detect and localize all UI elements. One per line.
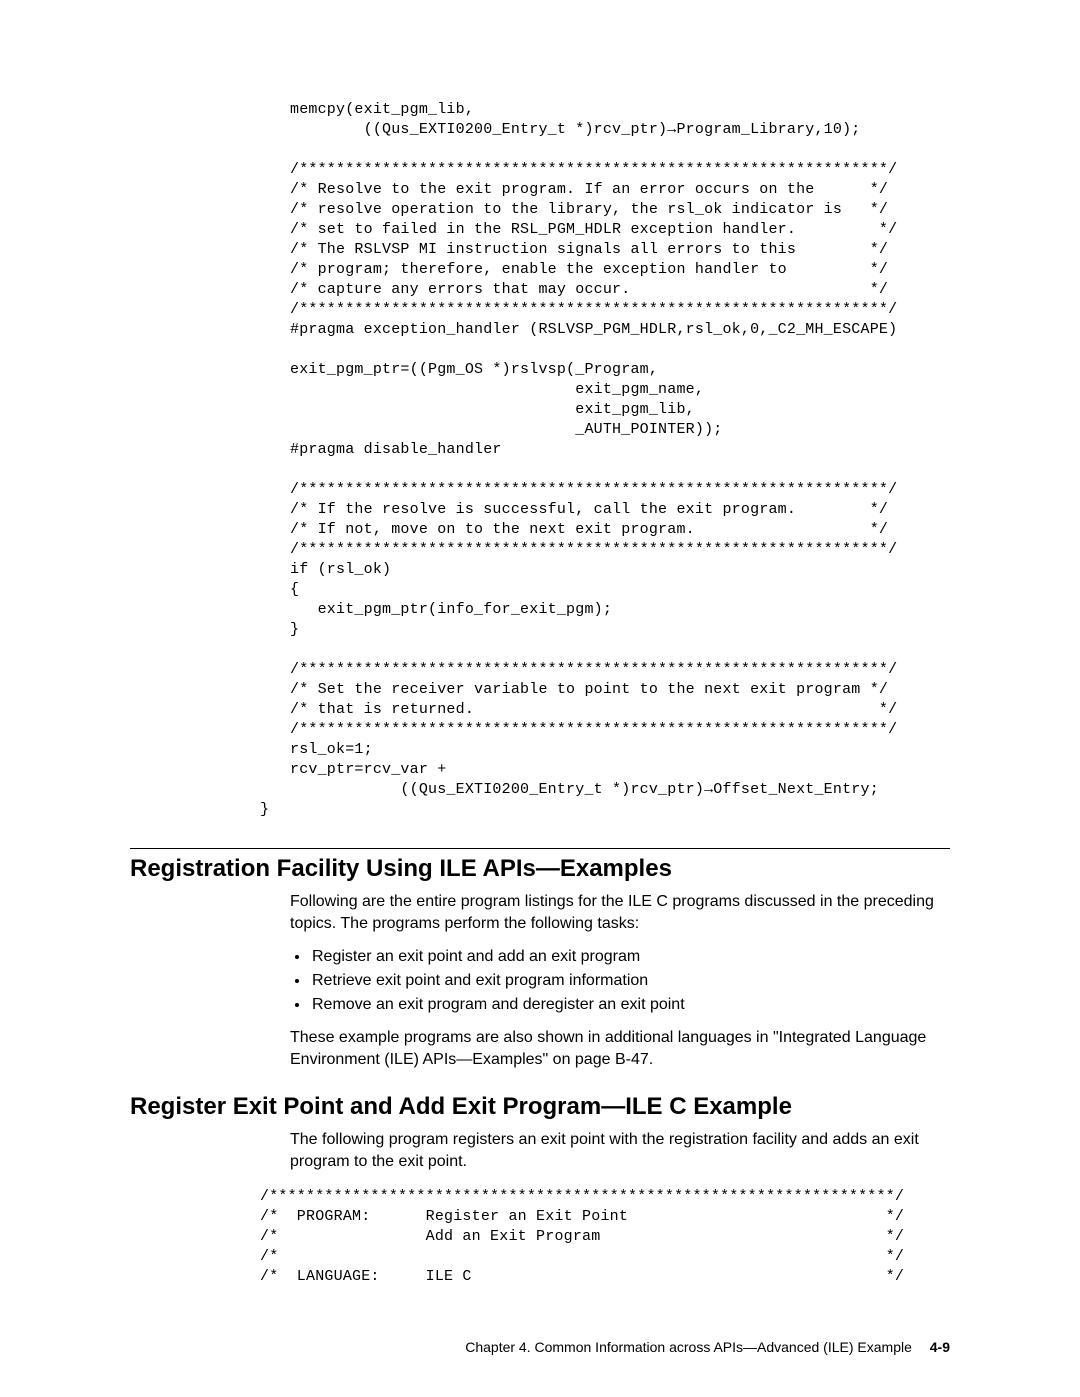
- heading-register-exit-point: Register Exit Point and Add Exit Program…: [130, 1093, 950, 1121]
- list-item: Remove an exit program and deregister an…: [310, 993, 950, 1017]
- footer-chapter-text: Chapter 4. Common Information across API…: [465, 1339, 912, 1355]
- code-block-2: /***************************************…: [260, 1187, 950, 1287]
- section-rule-1: [130, 848, 950, 849]
- list-item: Retrieve exit point and exit program inf…: [310, 969, 950, 993]
- intro-paragraph-3: The following program registers an exit …: [290, 1129, 950, 1173]
- code-block-1-close: }: [260, 800, 950, 820]
- heading-registration-facility: Registration Facility Using ILE APIs—Exa…: [130, 855, 950, 883]
- list-item: Register an exit point and add an exit p…: [310, 945, 950, 969]
- intro-paragraph-2: These example programs are also shown in…: [290, 1027, 950, 1071]
- intro-paragraph-1: Following are the entire program listing…: [290, 891, 950, 935]
- footer-page-number: 4-9: [930, 1339, 950, 1355]
- document-page: memcpy(exit_pgm_lib, ((Qus_EXTI0200_Entr…: [0, 0, 1080, 1397]
- task-list: Register an exit point and add an exit p…: [290, 945, 950, 1017]
- code-block-1: memcpy(exit_pgm_lib, ((Qus_EXTI0200_Entr…: [290, 100, 950, 800]
- page-footer: Chapter 4. Common Information across API…: [465, 1339, 950, 1355]
